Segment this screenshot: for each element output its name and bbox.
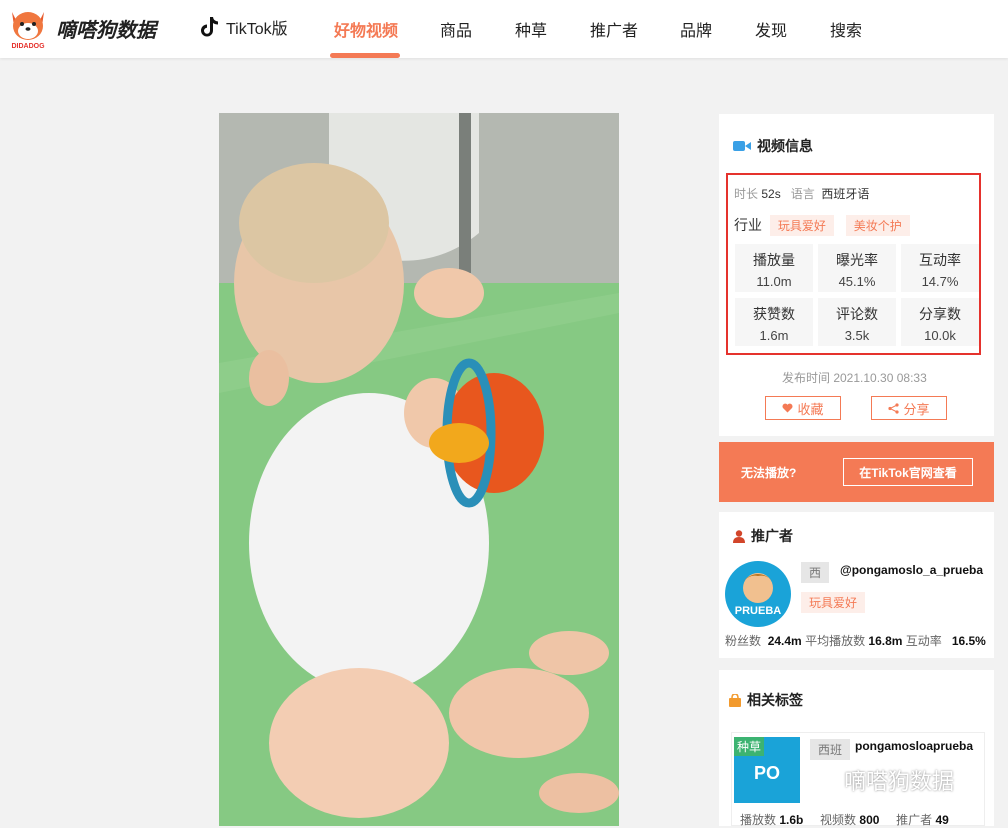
stat-label: 播放量 — [753, 252, 795, 268]
wechat-watermark: 嘀嗒狗数据 — [812, 764, 954, 796]
promoter-card: 推广者 PRUEBA 西 @pongamoslo_a_prueba 玩具爱好 粉… — [719, 512, 994, 658]
duration-language-line: 时长 52s 语言 西班牙语 — [734, 185, 869, 202]
stat-label: 评论数 — [836, 306, 878, 322]
video-frame-image — [219, 113, 619, 826]
industry-label: 行业 — [734, 217, 762, 233]
promoter-language-chip: 西 — [801, 562, 830, 583]
tag-stats-line: 播放数 1.6b 视频数 800 推广者 49 — [740, 811, 949, 828]
didadog-logo-icon[interactable]: DIDADOG — [6, 4, 50, 50]
nav-promoters[interactable]: 推广者 — [590, 17, 638, 41]
stat-value: 14.7% — [921, 274, 959, 289]
videos-value: 800 — [859, 813, 880, 827]
video-player[interactable] — [219, 113, 619, 826]
stat-value: 45.1% — [838, 274, 876, 289]
tag-language-chip: 西班 — [810, 739, 851, 760]
promoter-title-text: 推广者 — [751, 528, 793, 544]
nav-products[interactable]: 商品 — [440, 17, 472, 41]
engagement-value: 16.5% — [951, 634, 986, 648]
related-tags-title: 相关标签 — [729, 690, 803, 710]
engagement-label: 互动率 — [905, 634, 942, 648]
language-label: 语言 — [790, 187, 815, 201]
active-nav-underline — [330, 53, 400, 58]
tag-badge: 种草 — [734, 737, 765, 756]
share-icon — [888, 402, 900, 414]
plays-label: 播放数 — [740, 813, 777, 827]
promoter-title: 推广者 — [733, 526, 793, 546]
view-on-tiktok-button[interactable]: 在TikTok官网查看 — [843, 458, 973, 486]
nav-discover[interactable]: 发现 — [755, 17, 787, 41]
stat-label: 互动率 — [919, 252, 961, 268]
avg-play-value: 16.8m — [868, 634, 903, 648]
stat-value: 10.0k — [924, 328, 956, 343]
nav-brands[interactable]: 品牌 — [680, 17, 712, 41]
share-label: 分享 — [903, 401, 930, 417]
fans-label: 粉丝数 — [725, 634, 762, 648]
videos-label: 视频数 — [820, 813, 857, 827]
promoter-avatar[interactable]: PRUEBA — [724, 560, 792, 628]
tag-thumbnail: 种草 PO — [734, 737, 800, 803]
promoters-value: 49 — [935, 813, 949, 827]
stat-likes: 获赞数 1.6m — [735, 298, 813, 346]
top-navigation-bar: DIDADOG 嘀嗒狗数据 TikTok版 好物视频 商品 种草 推广者 品牌 … — [0, 0, 1008, 58]
tag-bag-icon — [729, 693, 741, 707]
logo-caption: DIDADOG — [11, 43, 45, 50]
person-icon — [733, 529, 745, 543]
share-button[interactable]: 分享 — [871, 396, 947, 420]
plays-value: 1.6b — [779, 813, 804, 827]
promoters-label: 推广者 — [896, 813, 933, 827]
duration-value: 52s — [761, 187, 781, 201]
nav-seeding[interactable]: 种草 — [515, 17, 547, 41]
stat-label: 分享数 — [919, 306, 961, 322]
nav-tiktok-version[interactable]: TikTok版 — [200, 15, 288, 39]
wechat-icon — [812, 769, 838, 791]
cannot-play-bar: 无法播放? 在TikTok官网查看 — [719, 442, 994, 502]
stat-plays: 播放量 11.0m — [735, 244, 813, 292]
promoter-stats-line: 粉丝数 24.4m 平均播放数 16.8m 互动率 16.5% — [725, 632, 986, 649]
promoter-handle[interactable]: @pongamoslo_a_prueba — [840, 563, 983, 577]
tag-thumb-text: PO — [754, 763, 781, 783]
nav-tiktok-label: TikTok版 — [226, 21, 288, 38]
industry-line: 行业 玩具爱好 美妆个护 — [734, 215, 910, 236]
fans-value: 24.4m — [767, 634, 802, 648]
stat-value: 3.5k — [844, 328, 870, 343]
cannot-play-text: 无法播放? — [741, 466, 797, 480]
avg-play-label: 平均播放数 — [805, 634, 866, 648]
industry-tag-beauty[interactable]: 美妆个护 — [845, 215, 910, 236]
favorite-button[interactable]: 收藏 — [765, 396, 841, 420]
favorite-label: 收藏 — [797, 401, 824, 417]
video-info-title-text: 视频信息 — [757, 138, 813, 154]
video-camera-icon — [733, 141, 751, 151]
stat-label: 获赞数 — [753, 306, 795, 322]
stat-value: 1.6m — [759, 328, 789, 343]
heart-icon — [782, 403, 793, 413]
watermark-text: 嘀嗒狗数据 — [844, 769, 955, 794]
tiktok-icon — [201, 17, 218, 37]
related-tags-card: 相关标签 种草 PO 西班 pongamosloaprueba 播放数 1.6b… — [719, 670, 994, 828]
stat-exposure: 曝光率 45.1% — [818, 244, 896, 292]
publish-time: 发布时间 2021.10.30 08:33 — [782, 371, 927, 385]
video-info-title: 视频信息 — [733, 136, 813, 156]
nav-search[interactable]: 搜索 — [830, 17, 862, 41]
brand-name[interactable]: 嘀嗒狗数据 — [56, 14, 156, 43]
related-tags-title-text: 相关标签 — [747, 692, 803, 708]
stat-engagement: 互动率 14.7% — [901, 244, 979, 292]
highlighted-stats-box: 时长 52s 语言 西班牙语 行业 玩具爱好 美妆个护 播放量 11.0m 曝光… — [726, 173, 981, 355]
stat-shares: 分享数 10.0k — [901, 298, 979, 346]
stat-label: 曝光率 — [836, 252, 878, 268]
industry-tag-toys[interactable]: 玩具爱好 — [769, 215, 834, 236]
stat-value: 11.0m — [756, 274, 792, 289]
duration-label: 时长 — [734, 187, 759, 201]
language-value: 西班牙语 — [821, 187, 870, 201]
promoter-tag[interactable]: 玩具爱好 — [801, 592, 866, 613]
nav-good-videos[interactable]: 好物视频 — [334, 17, 398, 41]
stat-comments: 评论数 3.5k — [818, 298, 896, 346]
tag-name[interactable]: pongamosloaprueba — [855, 739, 973, 753]
avatar-caption: PRUEBA — [735, 605, 782, 617]
